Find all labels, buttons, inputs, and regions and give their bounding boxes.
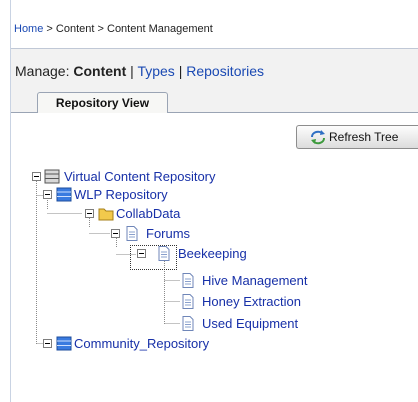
- collapse-icon[interactable]: [85, 209, 94, 218]
- collapse-icon[interactable]: [111, 229, 120, 238]
- tree-node-label: CollabData: [116, 206, 181, 221]
- manage-prefix: Manage:: [15, 63, 70, 79]
- tree-node-forums[interactable]: Forums: [106, 225, 216, 243]
- tab-repository-view[interactable]: Repository View: [37, 92, 168, 113]
- document-icon: [126, 226, 138, 241]
- manage-current: Content: [73, 63, 127, 79]
- breadcrumb-separator: >: [46, 23, 53, 35]
- breadcrumb-home-link[interactable]: Home: [14, 23, 43, 35]
- types-link[interactable]: Types: [137, 63, 174, 79]
- folder-icon: [98, 208, 114, 221]
- tree-node-label: Honey Extraction: [202, 294, 301, 309]
- breadcrumb-current: Content Management: [107, 23, 213, 35]
- tree-node-label: Community_Repository: [74, 336, 210, 351]
- collapse-icon[interactable]: [32, 172, 41, 181]
- tree-node-label: Beekeeping: [178, 246, 247, 261]
- document-icon: [182, 294, 194, 309]
- repository-icon: [56, 336, 72, 351]
- tree-node-collabdata[interactable]: CollabData: [82, 205, 202, 223]
- tree-node-beekeeping[interactable]: Beekeeping: [132, 245, 272, 263]
- document-icon: [182, 316, 194, 331]
- refresh-tree-label: Refresh Tree: [329, 130, 399, 144]
- tree-node-honey-extraction[interactable]: Honey Extraction: [180, 293, 360, 311]
- tree-node-label: Used Equipment: [202, 316, 299, 331]
- collapse-icon[interactable]: [43, 339, 52, 348]
- refresh-tree-button[interactable]: Refresh Tree: [296, 125, 418, 149]
- database-icon: [44, 169, 60, 184]
- breadcrumb: Home > Content > Content Management: [14, 23, 213, 35]
- tree-node-community-repository[interactable]: Community_Repository: [42, 335, 282, 353]
- tree-node-wlp-repository[interactable]: WLP Repository: [42, 186, 202, 204]
- nav-separator: |: [178, 63, 183, 79]
- collapse-icon[interactable]: [43, 190, 52, 199]
- tree-node-label: WLP Repository: [74, 187, 168, 202]
- tree-node-hive-management[interactable]: Hive Management: [180, 272, 360, 290]
- repository-icon: [56, 187, 72, 202]
- repositories-link[interactable]: Repositories: [186, 63, 264, 79]
- tree-node-virtual-content-repository[interactable]: Virtual Content Repository: [30, 168, 290, 186]
- refresh-icon: [311, 130, 325, 145]
- breadcrumb-separator: >: [97, 23, 104, 35]
- tree-node-label: Virtual Content Repository: [64, 169, 216, 184]
- breadcrumb-content: Content: [55, 23, 95, 35]
- document-icon: [182, 273, 194, 288]
- tree-node-label: Hive Management: [202, 273, 308, 288]
- tree-node-used-equipment[interactable]: Used Equipment: [180, 315, 360, 333]
- manage-nav: Manage: Content | Types | Repositories: [15, 63, 264, 79]
- tree-node-label: Forums: [146, 226, 191, 241]
- document-icon: [158, 246, 170, 261]
- collapse-icon[interactable]: [137, 249, 146, 258]
- nav-separator: |: [130, 63, 134, 79]
